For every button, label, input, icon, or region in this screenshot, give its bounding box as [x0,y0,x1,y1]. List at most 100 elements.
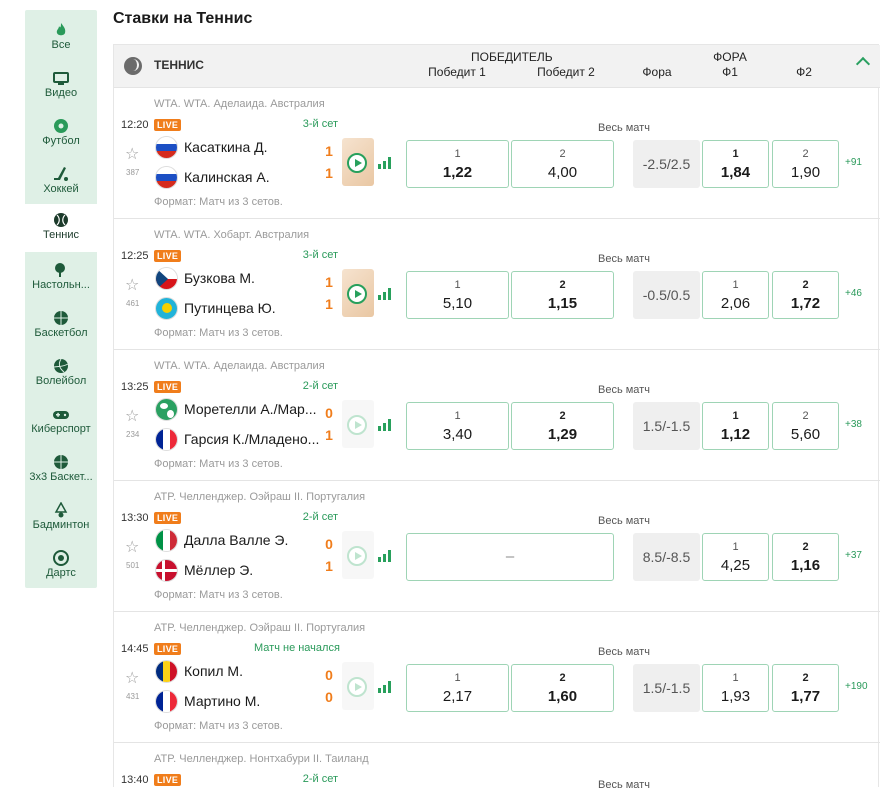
stats-bars-icon[interactable] [378,679,394,693]
odd-win2-button[interactable]: 2 1,60 [511,664,614,712]
odd-f1-button[interactable]: 1 4,25 [702,533,769,581]
favorite-star-icon[interactable]: ☆ [125,409,139,425]
odd-value: 1,22 [442,164,473,181]
odd-f1-button[interactable]: 1 1,84 [702,140,769,188]
sidebar-item-label: Все [51,39,71,51]
odd-f2-button[interactable]: 2 1,77 [772,664,839,712]
play-video-icon[interactable] [347,284,367,304]
player1-name[interactable]: Далла Валле Э. [184,532,288,548]
favorite-star-icon[interactable]: ☆ [125,540,139,556]
odd-win1-button[interactable]: 1 1,22 [406,140,509,188]
target-icon [53,550,69,566]
stats-bars-icon[interactable] [378,417,394,431]
sidebar-item-football[interactable]: Футбол [25,110,97,158]
odd-win2-button[interactable]: 2 1,29 [511,402,614,450]
match-row[interactable]: WTA. WTA. Хобарт. Австралия 12:25 LIVE 3… [114,218,880,349]
odd-f2-button[interactable]: 2 5,60 [772,402,839,450]
play-video-icon[interactable] [347,546,367,566]
sidebar-item-darts[interactable]: Дартс [25,542,97,590]
play-video-icon[interactable] [347,153,367,173]
hockey-stick-icon [54,167,68,181]
favorite-star-icon[interactable]: ☆ [125,278,139,294]
market-period: Весь матч [598,779,650,791]
odd-f2-button[interactable]: 2 1,90 [772,140,839,188]
sidebar-item-table-tennis[interactable]: Настольн... [25,254,97,302]
match-status: 2-й сет [302,773,338,785]
match-format: Формат: Матч из 3 сетов. [154,720,283,732]
player2-name[interactable]: Мёллер Э. [184,562,253,578]
gamepad-icon [53,411,69,419]
sidebar-item-esports[interactable]: Киберспорт [25,398,97,446]
player2-name[interactable]: Гарсия К./Младено... [184,431,319,447]
odd-value: 1,60 [547,688,578,705]
market-period: Весь матч [598,122,650,134]
sidebar-item-label: Волейбол [35,375,87,387]
odd-win1-button[interactable]: 1 2,17 [406,664,509,712]
sidebar-item-video[interactable]: Видео [25,62,97,110]
league-name: WTA. WTA. Аделаида. Австралия [154,360,325,372]
match-row[interactable]: ATP. Челленджер. Оэйраш II. Португалия 1… [114,480,880,611]
more-markets-link[interactable]: +38 [845,419,862,430]
sidebar-item-label: Дартс [46,567,76,579]
more-markets-link[interactable]: +37 [845,550,862,561]
odd-value: 1,90 [790,164,821,181]
match-row[interactable]: WTA. WTA. Аделаида. Австралия 13:25 LIVE… [114,349,880,480]
sidebar-item-badminton[interactable]: Бадминтон [25,494,97,542]
league-name: ATP. Челленджер. Оэйраш II. Португалия [154,622,366,634]
odd-win1-button[interactable]: 1 3,40 [406,402,509,450]
sidebar-item-label: Настольн... [32,279,90,291]
odd-win2-button[interactable]: 2 4,00 [511,140,614,188]
odd-f2-button[interactable]: 2 1,16 [772,533,839,581]
odd-f2-button[interactable]: 2 1,72 [772,271,839,319]
player2-score: 0 [325,689,333,705]
play-video-icon[interactable] [347,677,367,697]
player1-name[interactable]: Касаткина Д. [184,139,268,155]
f2-header: Ф2 [796,65,812,79]
player2-name[interactable]: Калинская А. [184,169,270,185]
fora-group-header: ФОРА [713,50,747,64]
player1-name[interactable]: Бузкова М. [184,270,255,286]
match-row[interactable]: WTA. WTA. Аделаида. Австралия 12:20 LIVE… [114,87,880,218]
odd-value: 4,25 [720,557,751,574]
stats-bars-icon[interactable] [378,155,394,169]
sidebar-item-3x3-basketball[interactable]: 3x3 Баскет... [25,446,97,494]
odd-f1-button[interactable]: 1 1,12 [702,402,769,450]
sidebar-item-all[interactable]: Все [25,14,97,62]
match-row[interactable]: ATP. Челленджер. Нонтхабури II. Таиланд … [114,742,880,791]
sidebar-item-basketball[interactable]: Баскетбол [25,302,97,350]
more-markets-link[interactable]: +46 [845,288,862,299]
odd-win1-button[interactable]: 1 5,10 [406,271,509,319]
odd-value: 1,84 [720,164,751,181]
player2-name[interactable]: Мартино М. [184,693,260,709]
tennis-ball-icon [54,213,68,227]
odd-win2-button[interactable]: 2 1,15 [511,271,614,319]
odd-value: 5,10 [442,295,473,312]
sidebar-item-tennis[interactable]: Теннис [25,204,97,252]
match-id: 431 [126,692,140,701]
flag-fr-icon [155,690,178,713]
match-row[interactable]: ATP. Челленджер. Оэйраш II. Португалия 1… [114,611,880,742]
match-time: 12:20 [121,119,149,131]
favorite-star-icon[interactable]: ☆ [125,147,139,163]
live-badge: LIVE [154,119,182,131]
odd-f1-button[interactable]: 1 2,06 [702,271,769,319]
more-markets-link[interactable]: +190 [845,681,868,692]
sidebar-item-label: Киберспорт [31,423,91,435]
more-markets-link[interactable]: +91 [845,157,862,168]
stats-bars-icon[interactable] [378,548,394,562]
sidebar-item-hockey[interactable]: Хоккей [25,158,97,206]
player1-name[interactable]: Моретелли А./Мар... [184,401,317,417]
odd-f1-button[interactable]: 1 1,93 [702,664,769,712]
chevron-up-icon[interactable] [855,56,871,72]
live-badge: LIVE [154,250,182,262]
favorite-star-icon[interactable]: ☆ [125,671,139,687]
player1-name[interactable]: Копил М. [184,663,243,679]
sidebar-item-label: 3x3 Баскет... [29,471,93,483]
sidebar-item-label: Видео [44,87,78,99]
stats-bars-icon[interactable] [378,286,394,300]
play-video-icon[interactable] [347,415,367,435]
player2-name[interactable]: Путинцева Ю. [184,300,276,316]
sidebar-item-volleyball[interactable]: Волейбол [25,350,97,398]
tv-icon [53,72,69,85]
live-badge: LIVE [154,643,182,655]
